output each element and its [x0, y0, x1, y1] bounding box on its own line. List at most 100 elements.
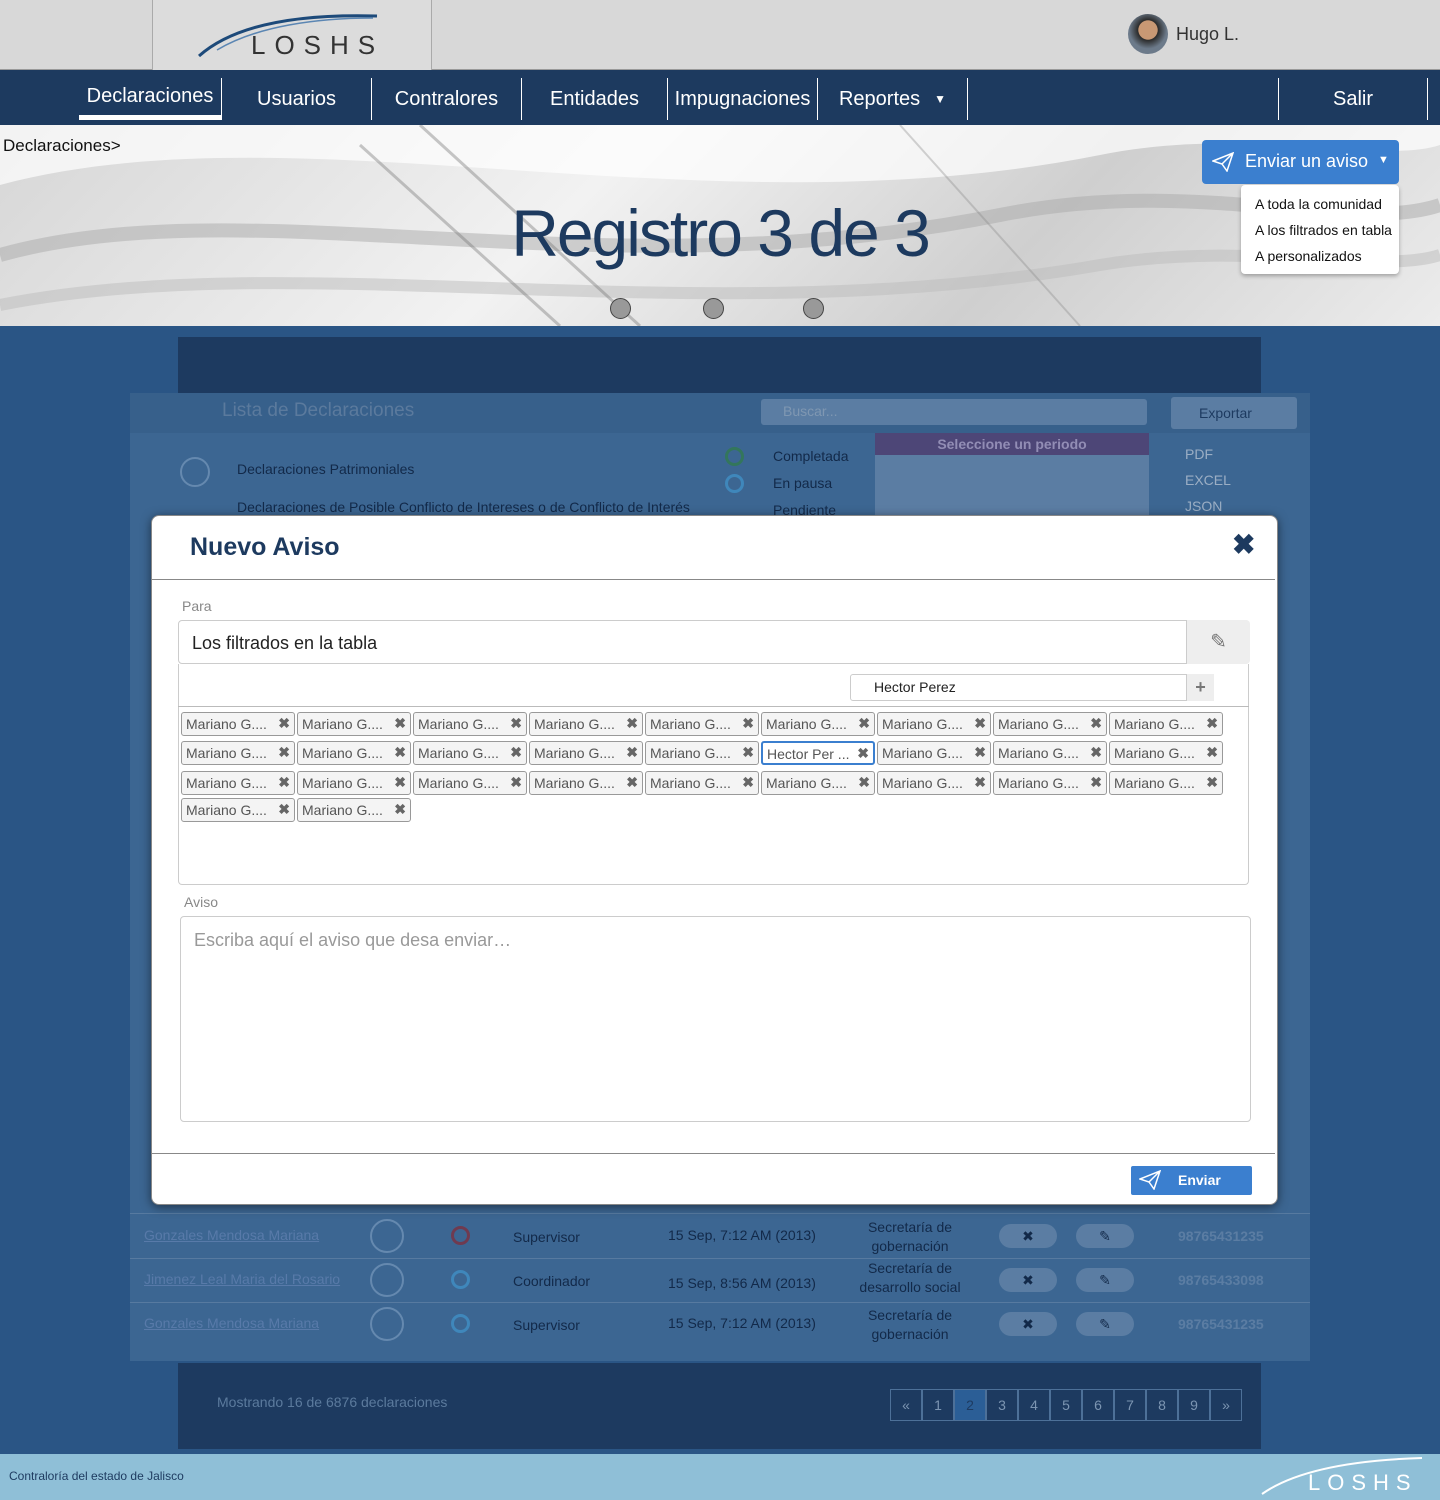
recipient-chip[interactable]: Mariano G.... ✖ [529, 771, 643, 795]
nav-declaraciones[interactable]: Declaraciones [79, 78, 222, 120]
remove-chip-icon[interactable]: ✖ [394, 801, 406, 818]
nav-usuarios[interactable]: Usuarios [222, 78, 372, 120]
caret-down-icon[interactable]: ▼ [1378, 154, 1389, 166]
remove-chip-icon[interactable]: ✖ [510, 774, 522, 791]
carousel-dot-3[interactable] [803, 298, 824, 319]
modal-title: Nuevo Aviso [190, 533, 340, 561]
breadcrumb[interactable]: Declaraciones> [3, 136, 121, 156]
remove-chip-icon[interactable]: ✖ [742, 715, 754, 732]
modal-header-divider [152, 579, 1275, 580]
chip-label: Mariano G.... [882, 775, 963, 791]
nav-impugnaciones[interactable]: Impugnaciones [668, 78, 818, 120]
recipient-chip[interactable]: Mariano G.... ✖ [993, 741, 1107, 765]
remove-chip-icon[interactable]: ✖ [394, 715, 406, 732]
logo[interactable]: LOSHS [152, 0, 432, 70]
logo-text: LOSHS [251, 30, 385, 60]
remove-chip-icon[interactable]: ✖ [974, 774, 986, 791]
recipient-chip[interactable]: Mariano G.... ✖ [297, 771, 411, 795]
recipient-chip[interactable]: Mariano G.... ✖ [761, 712, 875, 736]
remove-chip-icon[interactable]: ✖ [858, 774, 870, 791]
recipient-chip[interactable]: Mariano G.... ✖ [181, 771, 295, 795]
recipient-chip[interactable]: Mariano G.... ✖ [413, 771, 527, 795]
modal-footer-divider [152, 1153, 1275, 1154]
nav-salir[interactable]: Salir [1278, 78, 1428, 120]
notice-textarea[interactable]: Escriba aquí el aviso que desa enviar… [180, 916, 1251, 1122]
remove-chip-icon[interactable]: ✖ [742, 774, 754, 791]
remove-chip-icon[interactable]: ✖ [1090, 774, 1102, 791]
send-notice-label: Enviar un aviso [1245, 151, 1369, 171]
recipients-field[interactable]: Los filtrados en la tabla ✎ [178, 620, 1250, 664]
remove-chip-icon[interactable]: ✖ [1090, 715, 1102, 732]
nav-reportes[interactable]: Reportes ▼ [818, 78, 968, 120]
recipient-chip[interactable]: Mariano G.... ✖ [1109, 741, 1223, 765]
remove-chip-icon[interactable]: ✖ [626, 744, 638, 761]
chip-label: Mariano G.... [998, 775, 1079, 791]
recipient-chip[interactable]: Mariano G.... ✖ [761, 771, 875, 795]
remove-chip-icon[interactable]: ✖ [394, 774, 406, 791]
remove-chip-icon[interactable]: ✖ [857, 745, 869, 762]
user-name[interactable]: Hugo L. [1176, 24, 1239, 45]
remove-chip-icon[interactable]: ✖ [510, 744, 522, 761]
remove-chip-icon[interactable]: ✖ [278, 801, 290, 818]
remove-chip-icon[interactable]: ✖ [1206, 774, 1218, 791]
dropdown-item-custom[interactable]: A personalizados [1255, 248, 1362, 264]
recipient-chip[interactable]: Mariano G.... ✖ [297, 712, 411, 736]
remove-chip-icon[interactable]: ✖ [278, 744, 290, 761]
nav-entidades[interactable]: Entidades [522, 78, 668, 120]
recipient-chip[interactable]: Mariano G.... ✖ [529, 741, 643, 765]
recipient-chip[interactable]: Mariano G.... ✖ [645, 712, 759, 736]
add-recipient-input[interactable]: Hector Perez + [850, 674, 1214, 701]
carousel-dot-1[interactable] [610, 298, 631, 319]
remove-chip-icon[interactable]: ✖ [626, 774, 638, 791]
send-notice-dropdown: A toda la comunidad A los filtrados en t… [1241, 185, 1399, 274]
remove-chip-icon[interactable]: ✖ [1206, 744, 1218, 761]
recipient-chip[interactable]: Mariano G.... ✖ [181, 712, 295, 736]
remove-chip-icon[interactable]: ✖ [858, 715, 870, 732]
remove-chip-icon[interactable]: ✖ [742, 744, 754, 761]
recipient-chip[interactable]: Mariano G.... ✖ [297, 741, 411, 765]
recipient-chip[interactable]: Mariano G.... ✖ [413, 712, 527, 736]
remove-chip-icon[interactable]: ✖ [1206, 715, 1218, 732]
recipient-chip[interactable]: Mariano G.... ✖ [645, 741, 759, 765]
recipient-chip[interactable]: Mariano G.... ✖ [993, 712, 1107, 736]
nav-label: Impugnaciones [674, 87, 811, 110]
send-notice-button[interactable]: Enviar un aviso ▼ [1202, 140, 1399, 184]
remove-chip-icon[interactable]: ✖ [974, 715, 986, 732]
remove-chip-icon[interactable]: ✖ [974, 744, 986, 761]
nav-label: Contralores [394, 87, 499, 110]
carousel-dot-2[interactable] [703, 298, 724, 319]
send-button[interactable]: Enviar [1131, 1166, 1252, 1195]
recipient-chip[interactable]: Mariano G.... ✖ [181, 741, 295, 765]
recipient-chip[interactable]: Mariano G.... ✖ [877, 712, 991, 736]
recipient-chip[interactable]: Mariano G.... ✖ [645, 771, 759, 795]
recipient-chip[interactable]: Mariano G.... ✖ [877, 741, 991, 765]
add-recipient-value: Hector Perez [874, 679, 956, 695]
recipient-chip[interactable]: Mariano G.... ✖ [993, 771, 1107, 795]
remove-chip-icon[interactable]: ✖ [278, 715, 290, 732]
chip-label: Mariano G.... [650, 745, 731, 761]
plus-icon[interactable]: + [1186, 674, 1214, 701]
remove-chip-icon[interactable]: ✖ [394, 744, 406, 761]
recipient-chip[interactable]: Mariano G.... ✖ [413, 741, 527, 765]
remove-chip-icon[interactable]: ✖ [1090, 744, 1102, 761]
footer: Contraloría del estado de Jalisco LOSHS [0, 1454, 1440, 1500]
avatar[interactable] [1128, 14, 1168, 54]
chip-label: Mariano G.... [186, 716, 267, 732]
close-icon[interactable]: ✖ [1232, 528, 1255, 561]
remove-chip-icon[interactable]: ✖ [278, 774, 290, 791]
recipient-chip[interactable]: Hector Per ... ✖ [761, 741, 875, 765]
dropdown-item-filtered[interactable]: A los filtrados en tabla [1255, 222, 1392, 238]
chip-label: Mariano G.... [650, 716, 731, 732]
recipient-chip[interactable]: Mariano G.... ✖ [297, 798, 411, 822]
remove-chip-icon[interactable]: ✖ [510, 715, 522, 732]
edit-pencil-icon[interactable]: ✎ [1186, 620, 1250, 664]
recipient-chip[interactable]: Mariano G.... ✖ [1109, 712, 1223, 736]
footer-logo-text[interactable]: LOSHS [1308, 1470, 1418, 1496]
nav-contralores[interactable]: Contralores [372, 78, 522, 120]
dropdown-item-community[interactable]: A toda la comunidad [1255, 196, 1382, 212]
recipient-chip[interactable]: Mariano G.... ✖ [181, 798, 295, 822]
remove-chip-icon[interactable]: ✖ [626, 715, 638, 732]
recipient-chip[interactable]: Mariano G.... ✖ [1109, 771, 1223, 795]
recipient-chip[interactable]: Mariano G.... ✖ [877, 771, 991, 795]
recipient-chip[interactable]: Mariano G.... ✖ [529, 712, 643, 736]
